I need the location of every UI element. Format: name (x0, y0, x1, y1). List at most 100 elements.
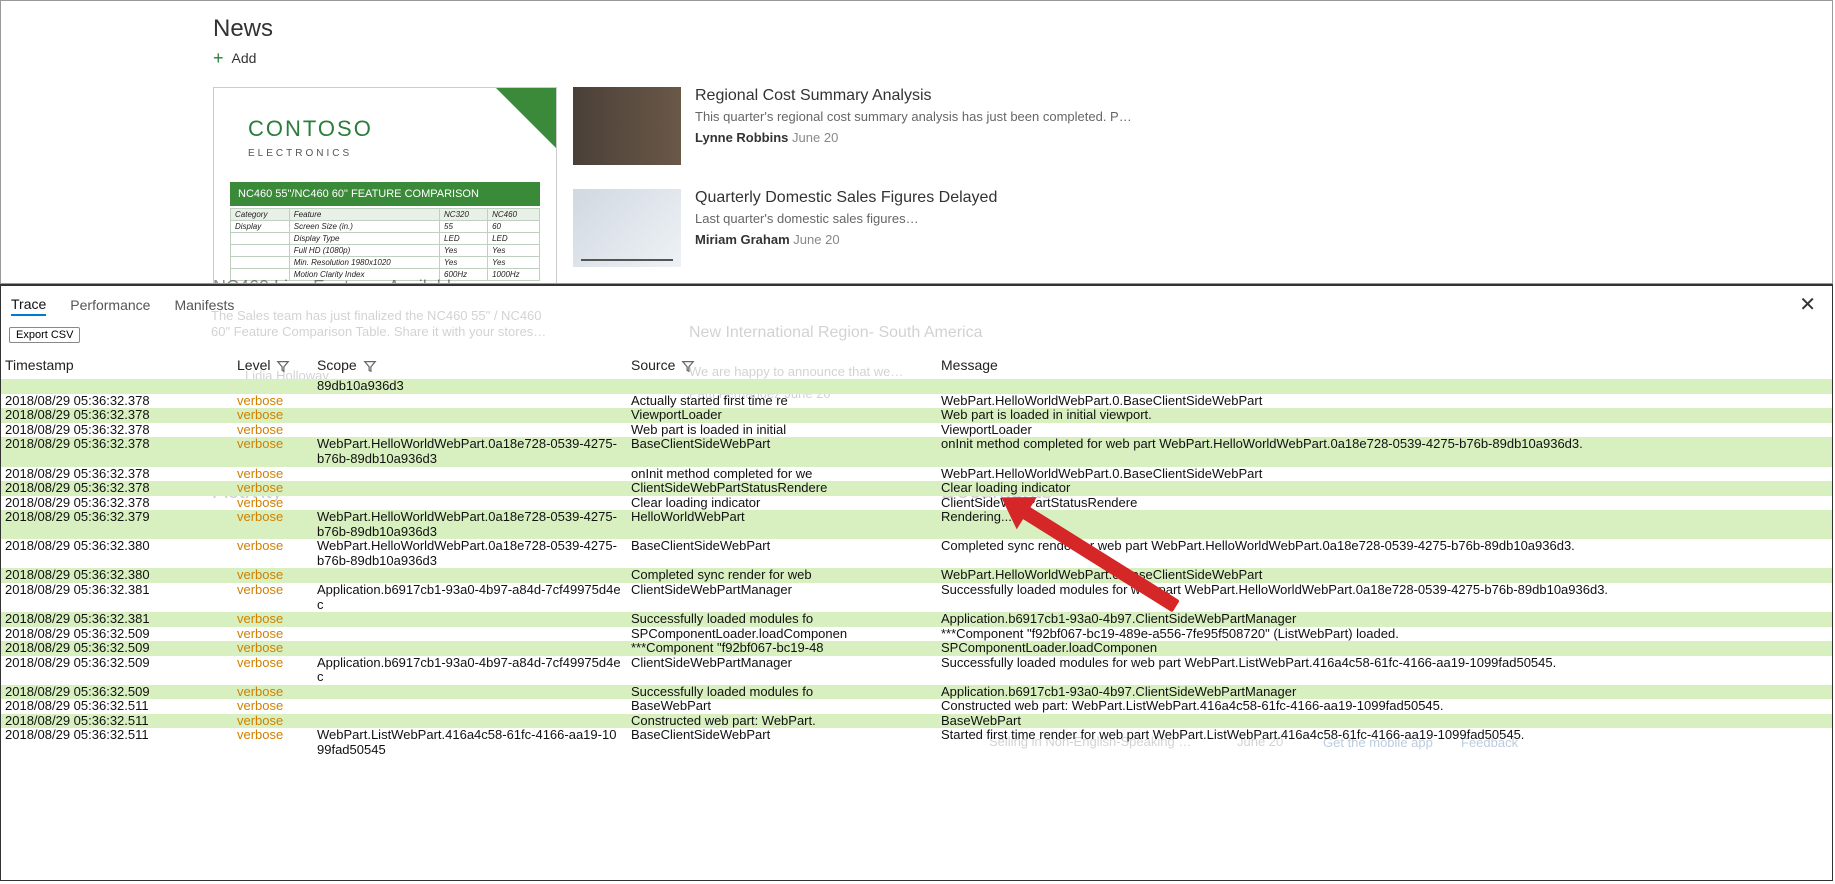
cell-scope (313, 423, 627, 438)
spec-row: Display TypeLEDLED (231, 233, 540, 245)
cell-src: Successfully loaded modules fo (627, 685, 937, 700)
news-article[interactable]: Regional Cost Summary Analysis This quar… (573, 87, 1132, 165)
cell-lvl: verbose (233, 510, 313, 539)
article-thumbnail (573, 189, 681, 267)
trace-row[interactable]: 2018/08/29 05:36:32.380verboseWebPart.He… (1, 539, 1832, 568)
cell-lvl: verbose (233, 481, 313, 496)
trace-row[interactable]: 2018/08/29 05:36:32.378verboseActually s… (1, 394, 1832, 409)
cell-scope: WebPart.HelloWorldWebPart.0a18e728-0539-… (313, 539, 627, 568)
trace-row[interactable]: 2018/08/29 05:36:32.378verboseViewportLo… (1, 408, 1832, 423)
export-csv-button[interactable]: Export CSV (9, 327, 80, 343)
corner-decoration (496, 88, 556, 148)
add-news-button[interactable]: + Add (213, 49, 1832, 67)
cell-scope (313, 481, 627, 496)
col-source[interactable]: Source (627, 353, 937, 379)
trace-row[interactable]: 2018/08/29 05:36:32.381verboseApplicatio… (1, 583, 1832, 612)
article-author: Miriam Graham (695, 232, 790, 247)
cell-lvl: verbose (233, 641, 313, 656)
spec-row: Full HD (1080p)YesYes (231, 245, 540, 257)
cell-ts: 2018/08/29 05:36:32.378 (1, 408, 233, 423)
trace-row[interactable]: 2018/08/29 05:36:32.380verboseCompleted … (1, 568, 1832, 583)
cell-scope (313, 394, 627, 409)
trace-row[interactable]: 2018/08/29 05:36:32.378verboseonInit met… (1, 467, 1832, 482)
article-title: Regional Cost Summary Analysis (695, 87, 1132, 105)
trace-row[interactable]: 2018/08/29 05:36:32.378verboseWeb part i… (1, 423, 1832, 438)
cell-lvl: verbose (233, 699, 313, 714)
cell-ts: 2018/08/29 05:36:32.381 (1, 583, 233, 612)
cell-msg: ***Component "f92bf067-bc19-489e-a556-7f… (937, 627, 1832, 642)
trace-row[interactable]: 2018/08/29 05:36:32.509verbose ***Compone… (1, 641, 1832, 656)
plus-icon: + (213, 49, 224, 67)
cell-msg: WebPart.HelloWorldWebPart.0.BaseClientSi… (937, 568, 1832, 583)
cell-scope (313, 467, 627, 482)
spec-table: CategoryFeatureNC320NC460 DisplayScreen … (230, 208, 540, 281)
trace-row[interactable]: 2018/08/29 05:36:32.509verboseApplicatio… (1, 656, 1832, 685)
cell-ts: 2018/08/29 05:36:32.511 (1, 714, 233, 729)
trace-row[interactable]: 2018/08/29 05:36:32.509verboseSuccessful… (1, 685, 1832, 700)
spec-row: Motion Clarity Index600Hz1000Hz (231, 269, 540, 281)
cell-ts: 2018/08/29 05:36:32.378 (1, 496, 233, 511)
cell-lvl: verbose (233, 612, 313, 627)
cell-src: ClientSideWebPartManager (627, 656, 937, 685)
trace-row[interactable]: 2018/08/29 05:36:32.511verboseBaseWebPar… (1, 699, 1832, 714)
spec-row: DisplayScreen Size (in.)5560 (231, 221, 540, 233)
cell-ts: 2018/08/29 05:36:32.378 (1, 481, 233, 496)
dev-tabs: Trace Performance Manifests ✕ (1, 286, 1832, 323)
filter-icon[interactable] (681, 359, 695, 373)
cell-lvl: verbose (233, 583, 313, 612)
tab-performance[interactable]: Performance (70, 295, 150, 315)
trace-row[interactable]: 2018/08/29 05:36:32.511verboseConstructe… (1, 714, 1832, 729)
cell-src: Completed sync render for web (627, 568, 937, 583)
trace-row[interactable]: 89db10a936d3 (1, 379, 1832, 394)
spec-col: Feature (289, 209, 439, 221)
trace-row[interactable]: 2018/08/29 05:36:32.511verboseWebPart.Li… (1, 728, 1832, 757)
tab-manifests[interactable]: Manifests (174, 295, 234, 315)
article-desc: Last quarter's domestic sales figures… (695, 211, 1132, 226)
cell-scope: Application.b6917cb1-93a0-4b97-a84d-7cf4… (313, 656, 627, 685)
filter-icon[interactable] (276, 359, 290, 373)
cell-lvl: verbose (233, 437, 313, 466)
trace-row[interactable]: 2018/08/29 05:36:32.509verboseSPComponen… (1, 627, 1832, 642)
cell-src: BaseClientSideWebPart (627, 437, 937, 466)
brand-sub: ELECTRONICS (248, 148, 556, 159)
cell-src: BaseClientSideWebPart (627, 728, 937, 757)
tab-trace[interactable]: Trace (11, 294, 46, 316)
cell-src: ClientSideWebPartStatusRendere (627, 481, 937, 496)
cell-scope (313, 496, 627, 511)
cell-src: onInit method completed for we (627, 467, 937, 482)
trace-row[interactable]: 2018/08/29 05:36:32.379verboseWebPart.He… (1, 510, 1832, 539)
trace-row[interactable]: 2018/08/29 05:36:32.378verbose ClientSide… (1, 481, 1832, 496)
close-icon[interactable]: ✕ (1793, 292, 1822, 317)
cell-lvl: verbose (233, 467, 313, 482)
cell-src: ViewportLoader (627, 408, 937, 423)
filter-icon[interactable] (363, 359, 377, 373)
cell-msg (937, 379, 1832, 394)
cell-src: Clear loading indicator (627, 496, 937, 511)
sharepoint-page: News + Add CONTOSO ELECTRONICS NC460 55"… (0, 0, 1833, 284)
trace-row[interactable]: 2018/08/29 05:36:32.378verboseClear load… (1, 496, 1832, 511)
cell-msg: SPComponentLoader.loadComponen (937, 641, 1832, 656)
cell-lvl: verbose (233, 394, 313, 409)
col-timestamp[interactable]: Timestamp (1, 353, 233, 379)
cell-ts: 2018/08/29 05:36:32.509 (1, 641, 233, 656)
cell-src: HelloWorldWebPart (627, 510, 937, 539)
trace-row[interactable]: 2018/08/29 05:36:32.381verboseSuccessful… (1, 612, 1832, 627)
news-article[interactable]: Quarterly Domestic Sales Figures Delayed… (573, 189, 1132, 267)
cell-src: ***Component "f92bf067-bc19-48 (627, 641, 937, 656)
cell-ts: 2018/08/29 05:36:32.378 (1, 394, 233, 409)
cell-src: Web part is loaded in initial (627, 423, 937, 438)
news-feature-card[interactable]: CONTOSO ELECTRONICS NC460 55"/NC460 60" … (213, 87, 557, 284)
cell-lvl: verbose (233, 728, 313, 757)
cell-ts: 2018/08/29 05:36:32.380 (1, 568, 233, 583)
cell-lvl: verbose (233, 627, 313, 642)
trace-row[interactable]: 2018/08/29 05:36:32.378verboseWebPart.He… (1, 437, 1832, 466)
cell-lvl (233, 379, 313, 394)
col-scope[interactable]: Scope (313, 353, 627, 379)
cell-msg: Successfully loaded modules for web part… (937, 583, 1832, 612)
cell-ts: 2018/08/29 05:36:32.380 (1, 539, 233, 568)
cell-src: SPComponentLoader.loadComponen (627, 627, 937, 642)
col-level[interactable]: Level (233, 353, 313, 379)
col-message[interactable]: Message (937, 353, 1832, 379)
cell-ts: 2018/08/29 05:36:32.511 (1, 699, 233, 714)
cell-lvl: verbose (233, 685, 313, 700)
